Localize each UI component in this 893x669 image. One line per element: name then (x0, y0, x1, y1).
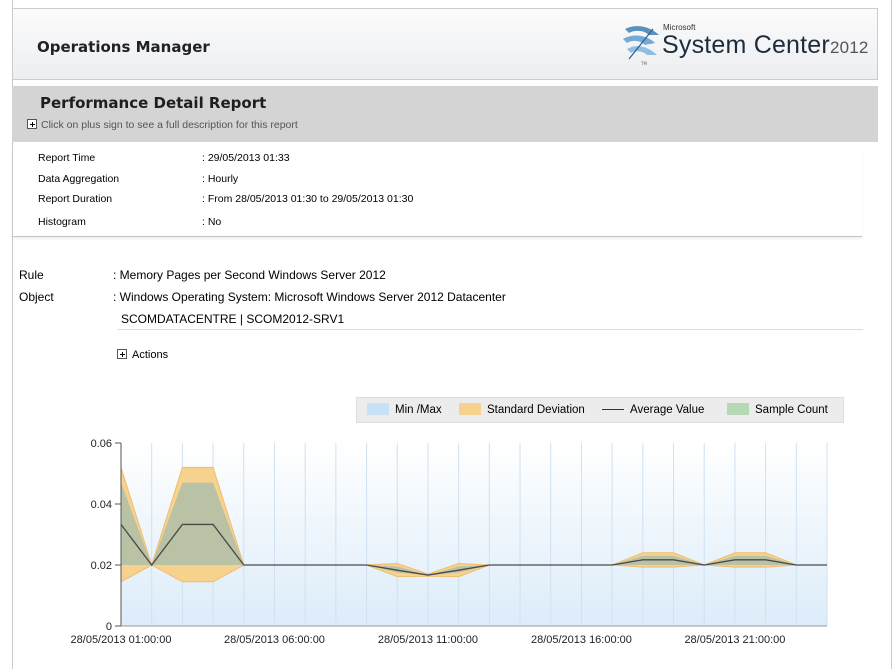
brand-system-center: System Center2012 (662, 31, 869, 60)
brand-trademark: TM (641, 61, 647, 66)
param-report-duration: Report Duration : From 28/05/2013 01:30 t… (38, 193, 413, 205)
report-description-hint: Click on plus sign to see a full descrip… (41, 119, 298, 131)
object-label: Object (19, 290, 54, 304)
legend-label: Sample Count (755, 404, 828, 416)
param-histogram: Histogram : No (38, 216, 221, 228)
divider (118, 329, 863, 330)
system-center-logo: Microsoft System Center2012 TM (619, 21, 869, 73)
param-label: Report Time (38, 152, 96, 164)
param-report-time: Report Time : 29/05/2013 01:33 (38, 152, 290, 164)
rule-label: Rule (19, 268, 44, 282)
legend-swatch-std-dev (459, 403, 481, 415)
legend-label: Standard Deviation (487, 404, 585, 416)
brand-year: 2012 (829, 38, 869, 57)
legend-item-average: Average Value (602, 403, 704, 417)
legend-item-sample-count: Sample Count (727, 403, 828, 417)
param-label: Data Aggregation (38, 173, 120, 185)
system-center-logo-icon (623, 26, 659, 60)
param-value: : No (202, 216, 222, 228)
legend-label: Average Value (630, 404, 705, 416)
param-value: : 29/05/2013 01:33 (202, 152, 290, 164)
legend-swatch-sample-count (727, 403, 749, 415)
param-data-aggregation: Data Aggregation : Hourly (38, 173, 238, 185)
report-description-toggle[interactable]: Click on plus sign to see a full descrip… (27, 119, 298, 131)
chart-legend: Min /Max Standard Deviation Average Valu… (356, 397, 844, 423)
legend-label: Min /Max (395, 404, 442, 416)
app-title: Operations Manager (37, 38, 210, 56)
actions-label: Actions (132, 349, 169, 361)
legend-swatch-min-max (367, 403, 389, 415)
legend-item-std-dev: Standard Deviation (459, 403, 585, 417)
rule-row: Rule : Memory Pages per Second Windows Se… (19, 268, 386, 282)
app-header: Operations Manager Microsoft System Cent… (12, 8, 878, 80)
report-title: Performance Detail Report (40, 94, 267, 112)
legend-item-min-max: Min /Max (367, 403, 442, 417)
report-parameters: Report Time : 29/05/2013 01:33 Data Aggre… (12, 148, 862, 237)
object-row: Object : Windows Operating System: Micros… (19, 290, 506, 304)
expand-plus-icon[interactable] (117, 349, 127, 360)
rule-value: : Memory Pages per Second Windows Server… (113, 268, 386, 282)
brand-main-text: System Center (662, 31, 830, 59)
legend-swatch-average (602, 409, 624, 410)
param-value: : Hourly (202, 173, 239, 185)
param-value: : From 28/05/2013 01:30 to 29/05/2013 01… (202, 193, 414, 205)
object-value-line2: SCOMDATACENTRE | SCOM2012-SRV1 (121, 312, 345, 326)
actions-toggle[interactable]: Actions (117, 349, 168, 361)
param-label: Histogram (38, 216, 86, 228)
report-title-band: Performance Detail Report Click on plus … (12, 86, 878, 142)
param-label: Report Duration (38, 193, 113, 205)
expand-plus-icon[interactable] (27, 119, 37, 130)
object-value: : Windows Operating System: Microsoft Wi… (113, 290, 506, 304)
